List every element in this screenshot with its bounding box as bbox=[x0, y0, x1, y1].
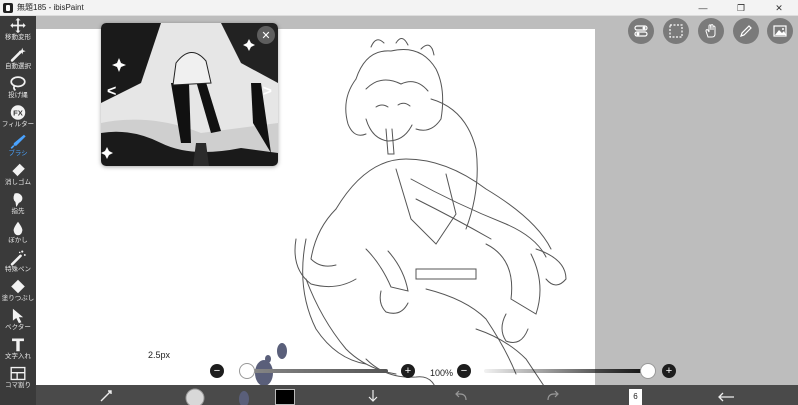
next-reference-button[interactable]: > bbox=[263, 83, 272, 101]
bucket-icon bbox=[11, 279, 25, 294]
reference-manga-image bbox=[101, 23, 278, 166]
tool-frame-divider[interactable]: コマ割り bbox=[0, 364, 36, 393]
brush-size-slider[interactable] bbox=[244, 369, 388, 373]
tool-text[interactable]: 文字入れ bbox=[0, 335, 36, 364]
finger-icon bbox=[13, 193, 23, 208]
tool-label: 消しゴム bbox=[5, 179, 31, 186]
lasso-icon bbox=[10, 76, 26, 92]
window-title: 無題185 - ibisPaint bbox=[17, 3, 84, 12]
tool-label: コマ割り bbox=[5, 382, 31, 389]
magic-wand-icon bbox=[10, 47, 26, 62]
toggle-icon bbox=[634, 25, 648, 37]
image-icon bbox=[773, 25, 787, 37]
download-arrow-icon[interactable] bbox=[365, 388, 381, 404]
tool-label: ぼかし bbox=[8, 237, 28, 244]
image-button[interactable] bbox=[767, 18, 793, 44]
tool-sidebar: 移動変形 自動選択 投げ縄 FX フィルター ブラシ 消しゴム 指先 ぼかし 特… bbox=[0, 16, 36, 405]
tool-filter[interactable]: FX フィルター bbox=[0, 103, 36, 132]
tool-fill[interactable]: 塗りつぶし bbox=[0, 277, 36, 306]
brush-size-slider-handle[interactable] bbox=[238, 363, 255, 379]
tool-blur[interactable]: ぼかし bbox=[0, 219, 36, 248]
tool-special-pen[interactable]: 特殊ペン bbox=[0, 248, 36, 277]
opacity-slider[interactable] bbox=[484, 369, 648, 373]
tool-eraser[interactable]: 消しゴム bbox=[0, 161, 36, 190]
hand-icon bbox=[705, 24, 716, 38]
sparkle-pen-icon bbox=[10, 250, 26, 266]
opacity-decrease-button[interactable]: − bbox=[457, 364, 471, 378]
selection-icon bbox=[669, 24, 683, 38]
eraser-icon bbox=[11, 163, 25, 177]
brush-preview-icon[interactable] bbox=[184, 387, 206, 405]
title-bar: 無題185 - ibisPaint — ❐ ✕ bbox=[0, 0, 798, 16]
tool-label: 自動選択 bbox=[5, 63, 31, 70]
reference-image-window[interactable]: ✕ < > bbox=[101, 23, 278, 166]
primary-color-swatch[interactable] bbox=[275, 389, 295, 405]
drop-icon bbox=[13, 221, 23, 236]
brush-size-increase-button[interactable]: + bbox=[401, 364, 415, 378]
canvas-area[interactable]: ✕ < > bbox=[36, 16, 798, 405]
tool-label: ブラシ bbox=[8, 150, 28, 157]
tool-label: 塗りつぶし bbox=[1, 295, 35, 302]
layers-button[interactable]: 6 bbox=[629, 389, 642, 405]
tool-brush[interactable]: ブラシ bbox=[0, 132, 36, 161]
selection-button[interactable] bbox=[663, 18, 689, 44]
tool-label: ベクター bbox=[5, 324, 31, 331]
pencil-button[interactable] bbox=[733, 18, 759, 44]
tool-lasso[interactable]: 投げ縄 bbox=[0, 74, 36, 103]
previous-reference-button[interactable]: < bbox=[107, 83, 116, 101]
tool-label: 指先 bbox=[11, 208, 25, 215]
tool-vector[interactable]: ベクター bbox=[0, 306, 36, 335]
text-icon bbox=[12, 338, 24, 352]
tool-magic-wand[interactable]: 自動選択 bbox=[0, 45, 36, 74]
tool-label: 文字入れ bbox=[5, 353, 31, 360]
close-reference-button[interactable]: ✕ bbox=[257, 26, 275, 44]
bottom-toolbar: 6 bbox=[36, 385, 798, 405]
minimize-button[interactable]: — bbox=[684, 0, 722, 16]
redo-icon[interactable] bbox=[544, 388, 560, 404]
tool-label: フィルター bbox=[1, 121, 35, 128]
tool-label: 投げ縄 bbox=[8, 92, 28, 99]
opacity-slider-handle[interactable] bbox=[640, 363, 656, 379]
tool-label: 特殊ペン bbox=[5, 266, 31, 273]
app-icon bbox=[3, 2, 13, 13]
frame-icon bbox=[10, 366, 26, 381]
maximize-button[interactable]: ❐ bbox=[722, 0, 760, 16]
undo-icon[interactable] bbox=[454, 388, 470, 404]
window-controls: — ❐ ✕ bbox=[684, 0, 798, 16]
brush-size-decrease-button[interactable]: − bbox=[210, 364, 224, 378]
brush-icon bbox=[10, 134, 26, 149]
pencil-icon bbox=[740, 25, 752, 37]
cursor-icon bbox=[12, 308, 24, 324]
hand-button[interactable] bbox=[698, 18, 724, 44]
tool-transform[interactable]: 移動変形 bbox=[0, 16, 36, 45]
toggle-button[interactable] bbox=[628, 18, 654, 44]
close-button[interactable]: ✕ bbox=[760, 0, 798, 16]
move-arrows-icon bbox=[10, 17, 26, 34]
tool-smudge[interactable]: 指先 bbox=[0, 190, 36, 219]
opacity-increase-button[interactable]: + bbox=[662, 364, 676, 378]
svg-text:FX: FX bbox=[13, 108, 24, 117]
fx-icon: FX bbox=[10, 105, 26, 120]
tool-label: 移動変形 bbox=[5, 34, 31, 41]
transform-tool-icon[interactable] bbox=[98, 388, 116, 404]
back-arrow-icon[interactable] bbox=[716, 388, 736, 404]
brush-opacity-value: 100% bbox=[430, 368, 454, 378]
brush-size-value: 2.5px bbox=[148, 350, 171, 360]
brush-dab-icon[interactable] bbox=[236, 387, 252, 405]
